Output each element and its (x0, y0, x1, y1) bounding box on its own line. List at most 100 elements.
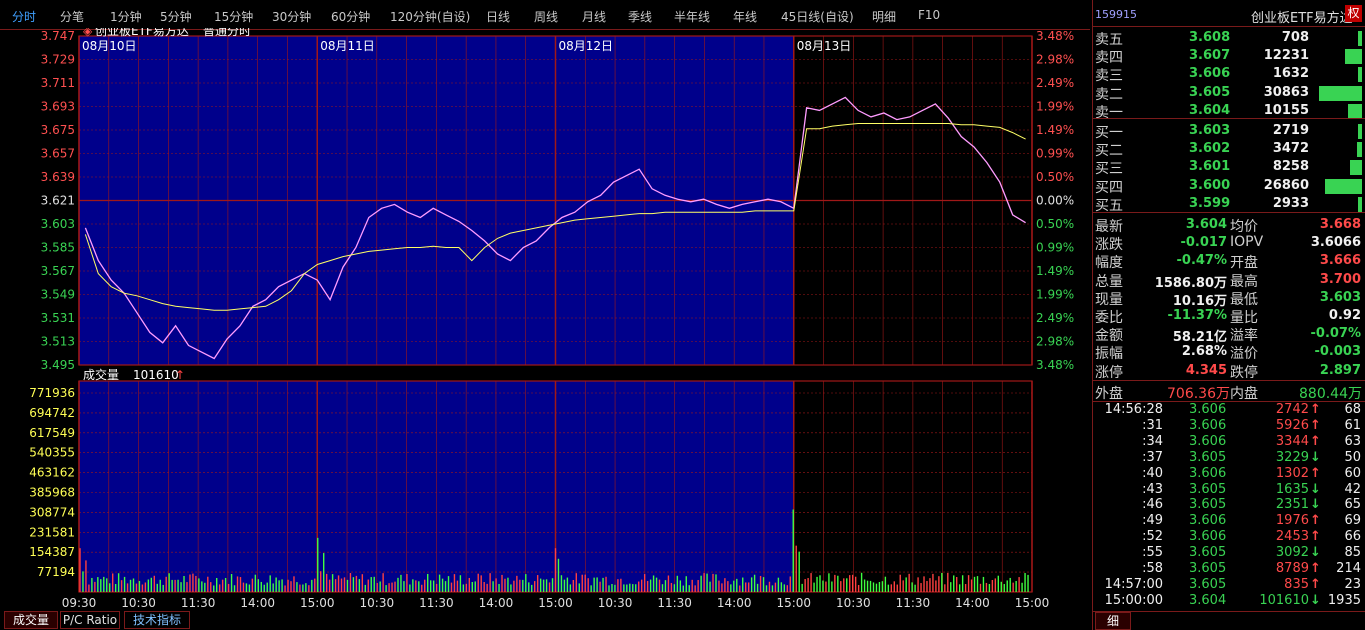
tick-row[interactable]: :40 3.606 1302 ↑ 60 (1093, 466, 1365, 482)
period-3[interactable]: 5分钟 (160, 8, 192, 25)
stat-label: 现量 (1095, 291, 1123, 308)
tick-row[interactable]: :58 3.605 8789 ↑ 214 (1093, 561, 1365, 577)
tick-count: 63 (1344, 433, 1361, 449)
pct-tick-label: 2.98% (1036, 53, 1074, 67)
tick-time: 15:00:00 (1104, 592, 1163, 608)
tick-price: 3.605 (1189, 449, 1227, 465)
pct-tick-label: 0.00% (1036, 194, 1074, 208)
tick-row[interactable]: 15:00:00 3.604 101610 ↓ 1935 (1093, 593, 1365, 609)
pct-tick-label: 2.49% (1036, 311, 1074, 325)
period-7[interactable]: 120分钟(自设) (390, 8, 470, 25)
volume-label: 成交量 (83, 367, 119, 382)
bid-row-1[interactable]: 买一 3.603 2719 (1093, 122, 1365, 141)
price-tick-label: 3.567 (41, 264, 75, 278)
time-tick-label: 14:00 (240, 596, 275, 610)
price-tick-label: 3.549 (41, 288, 75, 302)
period-14[interactable]: 45日线(自设) (781, 8, 854, 25)
level-label: 买四 (1095, 179, 1123, 196)
depth-bar (1358, 31, 1362, 46)
stat-row: 幅度 -0.47% 开盘 3.666 (1093, 252, 1365, 271)
tick-count: 1935 (1327, 592, 1361, 608)
day-label: 08月11日 (320, 39, 375, 53)
bid-row-4[interactable]: 买四 3.600 26860 (1093, 177, 1365, 196)
tick-row[interactable]: 14:56:28 3.606 2742 ↑ 68 (1093, 402, 1365, 418)
level-volume: 30863 (1263, 84, 1309, 100)
ask-row-1[interactable]: 卖五 3.608 708 (1093, 29, 1365, 48)
stat-label: 量比 (1230, 310, 1258, 326)
tick-row[interactable]: :43 3.605 1635 ↓ 42 (1093, 482, 1365, 498)
volume-tick-label: 694742 (29, 406, 75, 420)
pct-tick-label: 1.99% (1036, 288, 1074, 302)
stat-row: 振幅 2.68% 溢价 -0.003 (1093, 343, 1365, 363)
time-tick-label: 10:30 (360, 596, 395, 610)
period-12[interactable]: 半年线 (674, 8, 710, 25)
ask-row-4[interactable]: 卖二 3.605 30863 (1093, 84, 1365, 103)
depth-bar (1358, 196, 1362, 212)
depth-bar (1358, 124, 1362, 139)
tick-row[interactable]: 14:57:00 3.605 835 ↑ 23 (1093, 577, 1365, 593)
time-tick-label: 11:30 (657, 596, 692, 610)
tick-row[interactable]: :37 3.605 3229 ↓ 50 (1093, 450, 1365, 466)
day-label: 08月10日 (82, 39, 137, 53)
level-volume: 8258 (1272, 159, 1309, 175)
stat-label: 最低 (1230, 291, 1258, 308)
rights-badge[interactable]: 权 (1345, 5, 1362, 22)
tick-row[interactable]: :55 3.605 3092 ↓ 85 (1093, 545, 1365, 561)
tick-row[interactable]: :49 3.606 1976 ↑ 69 (1093, 513, 1365, 529)
tick-time: :46 (1142, 497, 1163, 513)
period-15[interactable]: 明细 (872, 8, 896, 25)
period-11[interactable]: 季线 (628, 8, 652, 25)
intraday-chart[interactable]: 3.747 3.729 3.711 3.693 3.675 3.657 3.639 3.621… (0, 28, 1092, 612)
period-16[interactable]: F10 (918, 8, 940, 22)
arrow-down-icon: ↓ (1310, 592, 1321, 608)
period-9[interactable]: 周线 (534, 8, 558, 25)
ask-row-2[interactable]: 卖四 3.607 12231 (1093, 47, 1365, 67)
volume-value: 101610 (133, 368, 179, 382)
security-code: 159915 (1095, 8, 1137, 21)
bid-row-5[interactable]: 买五 3.599 2933 (1093, 195, 1365, 214)
inner-disk-value: 880.44万 (1299, 386, 1362, 402)
tick-row[interactable]: :46 3.605 2351 ↓ 65 (1093, 497, 1365, 513)
tick-volume: 3092 (1275, 545, 1309, 561)
level-label: 卖四 (1095, 50, 1123, 67)
depth-bar (1348, 103, 1362, 119)
tick-row[interactable]: :31 3.606 5926 ↑ 61 (1093, 418, 1365, 434)
bottom-tab-0[interactable]: 成交量 (4, 611, 58, 629)
pct-tick-label: 0.99% (1036, 241, 1074, 255)
bid-row-3[interactable]: 买三 3.601 8258 (1093, 158, 1365, 177)
volume-tick-label: 77194 (37, 565, 75, 579)
bid-row-2[interactable]: 买二 3.602 3472 (1093, 140, 1365, 160)
tick-row[interactable]: :52 3.606 2453 ↑ 66 (1093, 529, 1365, 545)
period-2[interactable]: 1分钟 (110, 8, 142, 25)
tick-volume: 2453 (1275, 529, 1309, 545)
bottom-tab-1[interactable]: P/C Ratio (60, 611, 120, 629)
level-price: 3.602 (1189, 141, 1231, 157)
stat-label: 振幅 (1095, 346, 1123, 363)
stat-label: 跌停 (1230, 364, 1258, 381)
period-10[interactable]: 月线 (582, 8, 606, 25)
period-13[interactable]: 年线 (733, 8, 757, 25)
tick-row[interactable]: :34 3.606 3344 ↑ 63 (1093, 434, 1365, 450)
level-volume: 26860 (1263, 177, 1309, 193)
price-tick-label: 3.729 (41, 53, 75, 67)
stat-label: 溢价 (1230, 346, 1258, 363)
period-0[interactable]: 分时 (12, 8, 36, 25)
bottom-tab-2[interactable]: 技术指标 (124, 611, 190, 629)
time-tick-label: 10:30 (598, 596, 633, 610)
tab-detail[interactable]: 细 (1095, 612, 1131, 630)
period-8[interactable]: 日线 (486, 8, 510, 25)
stat-label: 溢率 (1230, 328, 1258, 345)
arrow-up-icon: ↑ (1310, 529, 1321, 545)
period-5[interactable]: 30分钟 (272, 8, 311, 25)
period-1[interactable]: 分笔 (60, 8, 84, 25)
time-tick-label: 14:00 (955, 596, 990, 610)
ask-row-3[interactable]: 卖三 3.606 1632 (1093, 65, 1365, 84)
period-4[interactable]: 15分钟 (214, 8, 253, 25)
level-label: 买二 (1095, 143, 1123, 160)
period-6[interactable]: 60分钟 (331, 8, 370, 25)
price-tick-label: 3.747 (41, 29, 75, 43)
tick-time: :49 (1142, 513, 1163, 529)
period-toolbar: 分时 分笔 1分钟 5分钟 15分钟 30分钟 60分钟 120分钟(自设) 日线 周线 月线 季线 半… (0, 0, 1090, 30)
time-tick-label: 14:00 (479, 596, 514, 610)
stat-label: 均价 (1230, 219, 1258, 235)
